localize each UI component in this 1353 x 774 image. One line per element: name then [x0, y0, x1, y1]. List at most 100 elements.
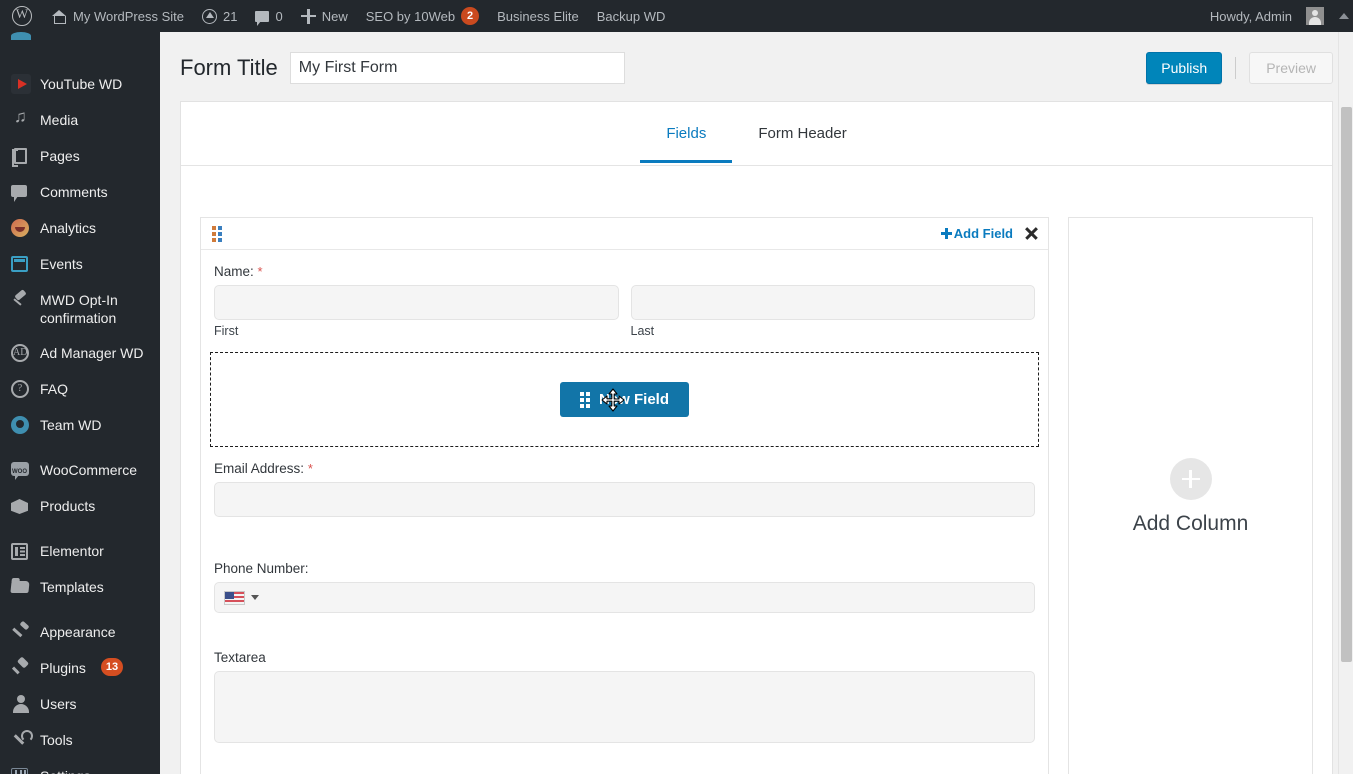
field-label-text: Name:	[214, 264, 254, 279]
add-field-label: Add Field	[953, 226, 1013, 241]
form-title-input[interactable]	[289, 52, 625, 84]
products-box-icon	[11, 499, 28, 514]
add-column-panel[interactable]: Add Column	[1068, 217, 1313, 774]
add-column-label: Add Column	[1132, 512, 1249, 535]
sidebar-item-appearance[interactable]: Appearance	[0, 614, 160, 650]
sidebar-item-media[interactable]: Media	[0, 102, 160, 138]
sidebar-item-woocommerce[interactable]: WooCommerce	[0, 452, 160, 488]
media-icon	[11, 108, 31, 130]
sidebar-item-label: Users	[40, 696, 77, 712]
admin-bar: My WordPress Site 21 0 New SEO by 10Web …	[0, 0, 1353, 32]
required-indicator: *	[257, 264, 263, 279]
plus-circle-icon	[1169, 458, 1212, 500]
drag-handle-icon	[579, 391, 590, 408]
sidebar-item-label: Pages	[40, 148, 80, 164]
new-field-drag-chip[interactable]: New Field	[559, 382, 689, 417]
sidebar-item-templates[interactable]: Templates	[0, 569, 160, 605]
sidebar-item-label: MWD Opt-In confirmation	[40, 292, 118, 326]
first-name-input[interactable]	[214, 285, 619, 320]
analytics-icon	[11, 219, 29, 237]
column-toolbar-actions: Add Field	[940, 226, 1038, 241]
sidebar-item-label: Elementor	[40, 543, 104, 559]
sidebar-item-ad-manager-wd[interactable]: AD Ad Manager WD	[0, 335, 160, 371]
builder-body: Add Field Name: * First Last New Field E…	[181, 166, 1332, 774]
field-drop-zone[interactable]: New Field	[210, 352, 1039, 447]
pages-icon	[12, 148, 27, 167]
backup-wd-label: Backup WD	[596, 8, 666, 24]
vertical-scrollbar-track[interactable]	[1338, 32, 1353, 774]
account-menu[interactable]: Howdy, Admin	[1201, 0, 1333, 32]
sidebar-item-pages[interactable]: Pages	[0, 138, 160, 174]
sliders-icon	[11, 768, 28, 774]
sidebar-item-label: Settings	[40, 766, 91, 774]
sidebar-item-comments[interactable]: Comments	[0, 174, 160, 210]
main-content: Form Title Publish Preview Fields Form H…	[160, 32, 1353, 774]
publish-button[interactable]: Publish	[1146, 52, 1223, 84]
scroll-up-arrow-icon[interactable]	[1339, 13, 1349, 19]
wordpress-logo-icon	[12, 4, 32, 26]
tab-fields[interactable]: Fields	[640, 105, 733, 163]
sidebar-item-faq[interactable]: ? FAQ	[0, 371, 160, 407]
sidebar-item-label: Events	[40, 256, 83, 272]
plugins-update-badge: 13	[100, 658, 124, 676]
first-name-sublabel: First	[214, 324, 239, 338]
sidebar-item-mwd-optin[interactable]: MWD Opt-In confirmation	[0, 282, 160, 335]
updates-count: 21	[223, 8, 238, 24]
tab-form-header[interactable]: Form Header	[732, 105, 872, 162]
wrench-icon	[11, 730, 33, 750]
column-toolbar: Add Field	[201, 218, 1048, 250]
elementor-icon	[11, 543, 28, 560]
name-first-column: First	[214, 285, 619, 338]
sidebar-item-settings[interactable]: Settings	[0, 758, 160, 774]
question-mark-icon: ?	[11, 380, 29, 398]
textarea-input[interactable]	[214, 671, 1035, 743]
avatar-icon	[1306, 7, 1324, 25]
drag-handle-icon[interactable]	[212, 225, 222, 242]
sidebar-item-clipped[interactable]	[0, 32, 160, 66]
email-input[interactable]	[214, 482, 1035, 517]
form-column: Add Field Name: * First Last New Field E…	[200, 217, 1049, 774]
sidebar-item-tools[interactable]: Tools	[0, 722, 160, 758]
required-indicator: *	[307, 461, 313, 476]
sidebar-separator	[0, 524, 160, 533]
add-field-button[interactable]: Add Field	[940, 226, 1013, 241]
last-name-input[interactable]	[630, 285, 1035, 320]
sidebar-item-youtube-wd[interactable]: YouTube WD	[0, 66, 160, 102]
sidebar-item-events[interactable]: Events	[0, 246, 160, 282]
form-builder-card: Fields Form Header Add Field Name: * Fir…	[180, 101, 1333, 774]
plus-icon	[940, 228, 952, 239]
field-label-text: Textarea	[214, 650, 266, 665]
sidebar-item-label: Appearance	[40, 624, 116, 640]
seo-menu[interactable]: SEO by 10Web 2	[357, 0, 488, 32]
vertical-scrollbar-thumb[interactable]	[1341, 107, 1352, 662]
phone-input[interactable]	[214, 582, 1035, 613]
business-elite-menu[interactable]: Business Elite	[488, 0, 588, 32]
preview-button[interactable]: Preview	[1249, 52, 1333, 84]
business-elite-label: Business Elite	[497, 8, 579, 24]
sidebar-item-team-wd[interactable]: Team WD	[0, 407, 160, 443]
sidebar-item-users[interactable]: Users	[0, 686, 160, 722]
field-label-text: Phone Number:	[214, 561, 309, 576]
sidebar-item-analytics[interactable]: Analytics	[0, 210, 160, 246]
comments-menu[interactable]: 0	[246, 0, 291, 32]
team-icon	[11, 416, 29, 434]
updates-icon	[202, 8, 218, 24]
new-content-menu[interactable]: New	[292, 0, 357, 32]
woocommerce-icon	[11, 462, 29, 481]
admin-sidebar: YouTube WD Media Pages Comments Analytic…	[0, 32, 160, 774]
sidebar-item-label: Media	[40, 112, 79, 128]
us-flag-icon[interactable]	[224, 590, 245, 605]
sidebar-item-elementor[interactable]: Elementor	[0, 533, 160, 569]
wordpress-logo-button[interactable]	[0, 0, 42, 32]
page-title: Form Title	[180, 55, 278, 80]
comments-count: 0	[275, 8, 283, 24]
close-x-icon[interactable]	[1024, 227, 1038, 241]
paintbrush-icon	[11, 622, 31, 642]
site-name-menu[interactable]: My WordPress Site	[42, 0, 193, 32]
chevron-down-icon[interactable]	[251, 595, 259, 600]
backup-wd-menu[interactable]: Backup WD	[588, 0, 675, 32]
last-name-sublabel: Last	[630, 324, 655, 338]
sidebar-item-plugins[interactable]: Plugins 13	[0, 650, 160, 686]
updates-menu[interactable]: 21	[193, 0, 246, 32]
sidebar-item-products[interactable]: Products	[0, 488, 160, 524]
